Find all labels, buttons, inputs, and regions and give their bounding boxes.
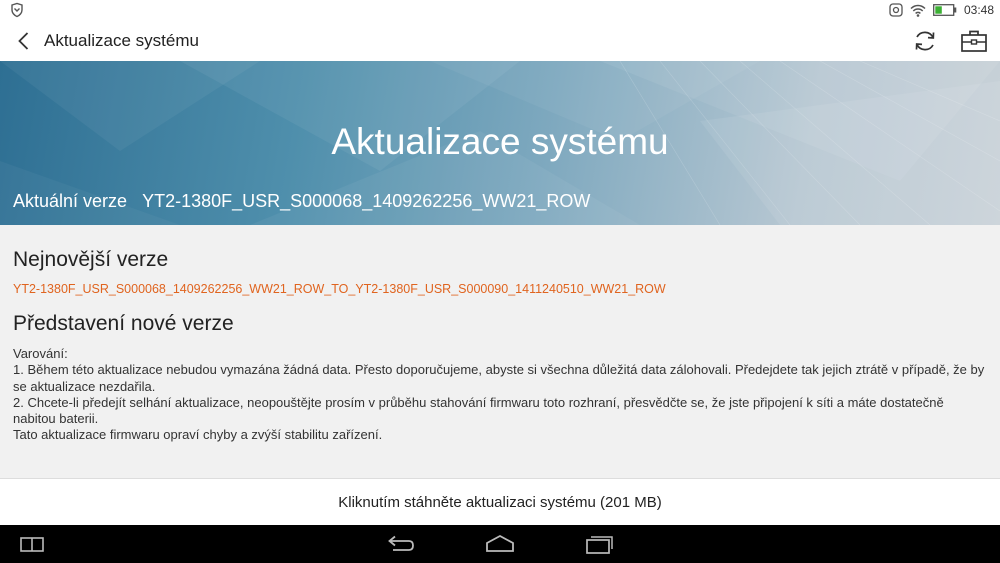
app-bar-title: Aktualizace systému: [44, 31, 199, 50]
notification-shield-icon: [11, 2, 23, 18]
home-icon[interactable]: [485, 534, 515, 553]
release-notes-line: Varování:: [13, 346, 68, 361]
back-chevron-icon[interactable]: [14, 30, 34, 52]
recent-apps-icon[interactable]: [585, 534, 615, 554]
release-notes-body: Varování: 1. Během této aktualizace nebu…: [13, 346, 988, 444]
current-version-label: Aktuální verze: [13, 191, 128, 211]
release-notes-line: 2. Chcete-li předejít selhání aktualizac…: [13, 394, 944, 427]
refresh-icon[interactable]: [912, 28, 938, 54]
release-notes-heading: Představení nové verze: [13, 312, 234, 335]
release-notes-line: Tato aktualizace firmwaru opraví chyby a…: [13, 427, 383, 443]
latest-version-value: YT2-1380F_USR_S000068_1409262256_WW21_RO…: [13, 282, 666, 296]
briefcase-icon[interactable]: [960, 28, 988, 54]
status-icons: 03:48: [889, 0, 994, 20]
battery-icon: [933, 4, 957, 16]
current-version-value: YT2-1380F_USR_S000068_1409262256_WW21_RO…: [142, 191, 591, 211]
download-update-label: Kliknutím stáhněte aktualizaci systému (…: [338, 493, 662, 511]
download-update-button[interactable]: Kliknutím stáhněte aktualizaci systému (…: [0, 478, 1000, 525]
hero-banner: Aktualizace systému Aktuální verze YT2-1…: [0, 61, 1000, 225]
hero-title: Aktualizace systému: [331, 121, 669, 162]
wifi-icon: [910, 4, 926, 17]
navigation-bar: [0, 525, 1000, 563]
current-version-row: Aktuální verze YT2-1380F_USR_S000068_140…: [13, 191, 590, 212]
status-bar: 03:48: [0, 0, 1000, 20]
status-time: 03:48: [963, 3, 994, 17]
latest-version-heading: Nejnovější verze: [13, 248, 169, 271]
release-notes-line: 1. Během této aktualizace nebudou vymazá…: [13, 362, 985, 394]
back-icon[interactable]: [385, 535, 415, 554]
content-area: Nejnovější verze YT2-1380F_USR_S000068_1…: [0, 225, 1000, 478]
split-screen-icon[interactable]: [20, 537, 44, 552]
app-bar: Aktualizace systému: [0, 20, 1000, 61]
data-saver-icon: [889, 3, 903, 17]
